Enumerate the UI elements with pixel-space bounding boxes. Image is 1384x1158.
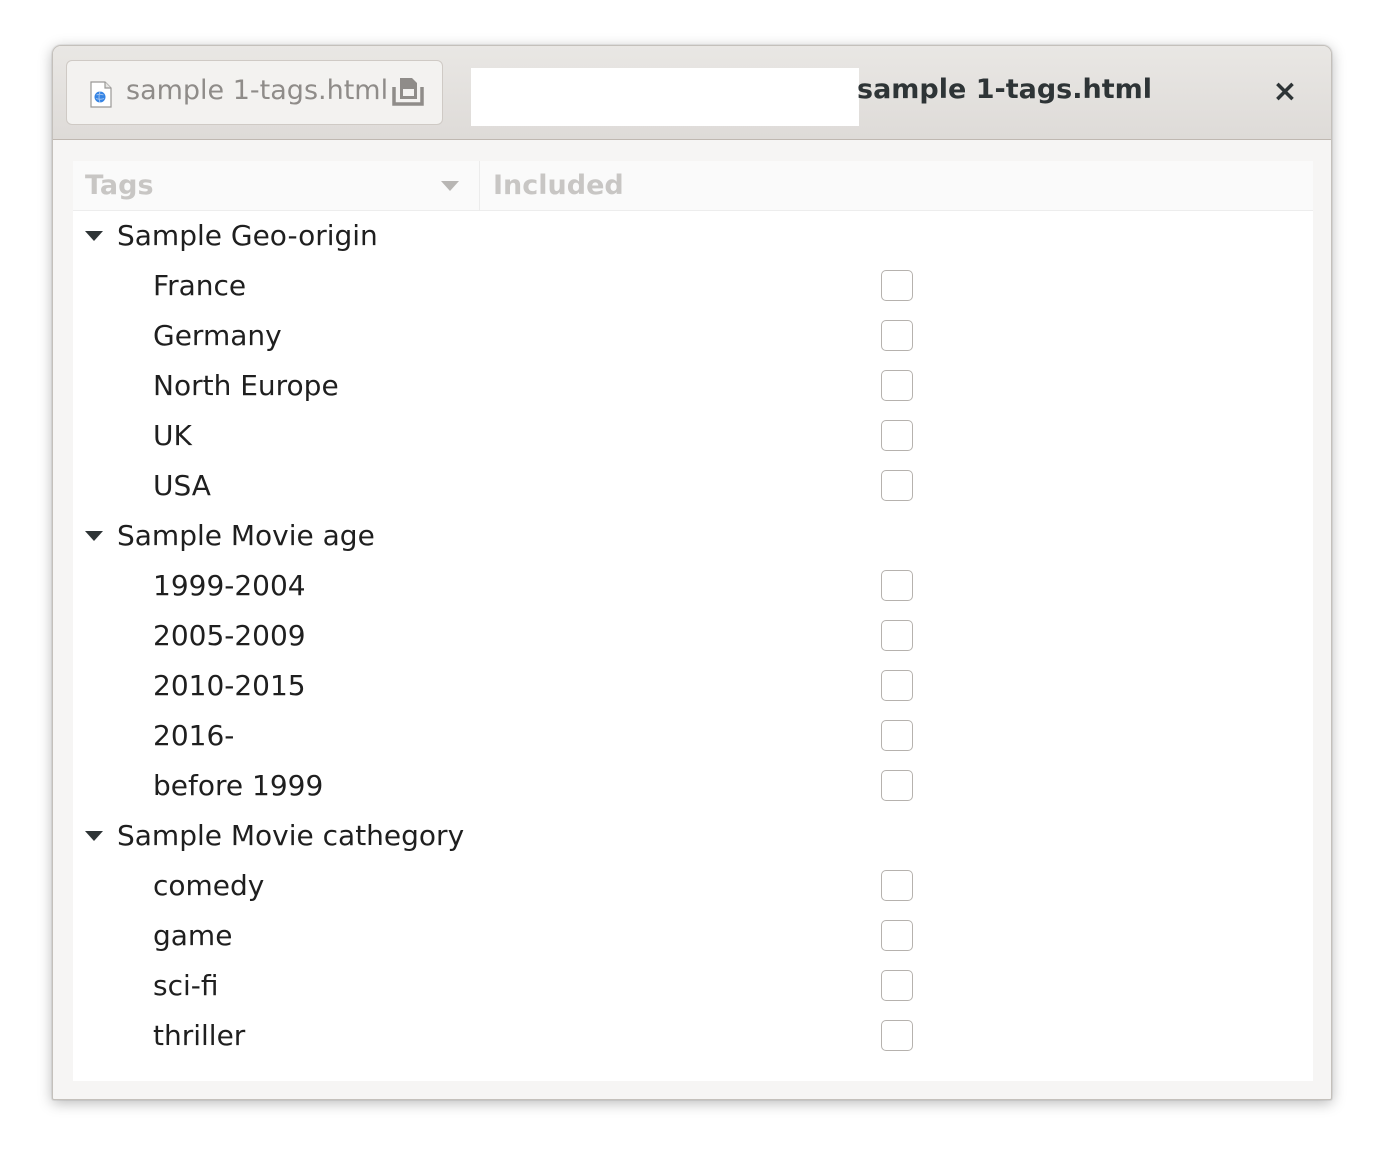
window-title: sample 1-tags.html [857,74,1153,105]
included-checkbox[interactable] [881,920,913,951]
included-checkbox[interactable] [881,320,913,351]
tree-item-row[interactable]: 1999-2004 [73,561,1313,611]
html-file-icon [90,81,112,108]
sort-descending-icon [441,181,459,191]
expander-triangle-icon[interactable] [85,831,103,841]
column-header-row: Tags Included [73,161,1313,211]
tag-label: sci-fi [153,969,219,1002]
tree-item-row[interactable]: Germany [73,311,1313,361]
tag-label: USA [153,469,211,502]
included-checkbox[interactable] [881,720,913,751]
document-tab[interactable]: sample 1-tags.html [66,60,443,125]
column-header-included[interactable]: Included [481,161,1313,211]
included-checkbox[interactable] [881,970,913,1001]
tag-label: 2005-2009 [153,619,306,652]
tree-group-label: Sample Geo-origin [117,219,378,252]
tag-label: thriller [153,1019,246,1052]
included-checkbox[interactable] [881,570,913,601]
included-checkbox[interactable] [881,620,913,651]
tag-label: 1999-2004 [153,569,306,602]
column-header-tags[interactable]: Tags [73,161,480,211]
tree-item-row[interactable]: USA [73,461,1313,511]
included-checkbox[interactable] [881,870,913,901]
expander-triangle-icon[interactable] [85,531,103,541]
tag-label: game [153,919,233,952]
tag-label: Germany [153,319,282,352]
tag-label: France [153,269,247,302]
tag-label: 2016- [153,719,235,752]
title-entry-field [471,68,859,126]
tree-item-row[interactable]: comedy [73,861,1313,911]
included-checkbox[interactable] [881,670,913,701]
column-header-included-label: Included [493,170,624,201]
tag-label: North Europe [153,369,339,402]
tags-dialog-window: sample 1-tags.html sample 1-tags.html × … [52,45,1332,1100]
included-checkbox[interactable] [881,1020,913,1051]
tree-group-label: Sample Movie age [117,519,375,552]
included-checkbox[interactable] [881,470,913,501]
tree-item-row[interactable]: game [73,911,1313,961]
included-checkbox[interactable] [881,420,913,451]
close-button[interactable]: × [1265,72,1305,112]
tree-group-row[interactable]: Sample Movie cathegory [73,811,1313,861]
document-tab-label: sample 1-tags.html [126,75,389,106]
tree-item-row[interactable]: sci-fi [73,961,1313,1011]
tag-label: before 1999 [153,769,324,802]
tree-item-row[interactable]: 2016- [73,711,1313,761]
tree-group-label: Sample Movie cathegory [117,819,465,852]
header-bar: sample 1-tags.html sample 1-tags.html × [53,46,1331,140]
tag-label: UK [153,419,192,452]
tree-item-row[interactable]: before 1999 [73,761,1313,811]
tree-rows: Sample Geo-origin France Germany North Euro… [73,211,1313,1061]
tree-item-row[interactable]: 2005-2009 [73,611,1313,661]
tree-group-row[interactable]: Sample Movie age [73,511,1313,561]
close-icon: × [1272,74,1298,109]
column-header-tags-label: Tags [85,170,154,201]
tree-item-row[interactable]: France [73,261,1313,311]
tree-item-row[interactable]: UK [73,411,1313,461]
included-checkbox[interactable] [881,770,913,801]
tree-group-row[interactable]: Sample Geo-origin [73,211,1313,261]
tags-tree-view: Tags Included Sample Geo-origin France Ger… [73,161,1313,1081]
tree-item-row[interactable]: thriller [73,1011,1313,1061]
included-checkbox[interactable] [881,370,913,401]
tree-item-row[interactable]: 2010-2015 [73,661,1313,711]
save-document-icon[interactable] [391,75,425,107]
tag-label: 2010-2015 [153,669,306,702]
included-checkbox[interactable] [881,270,913,301]
tree-item-row[interactable]: North Europe [73,361,1313,411]
expander-triangle-icon[interactable] [85,231,103,241]
tag-label: comedy [153,869,265,902]
